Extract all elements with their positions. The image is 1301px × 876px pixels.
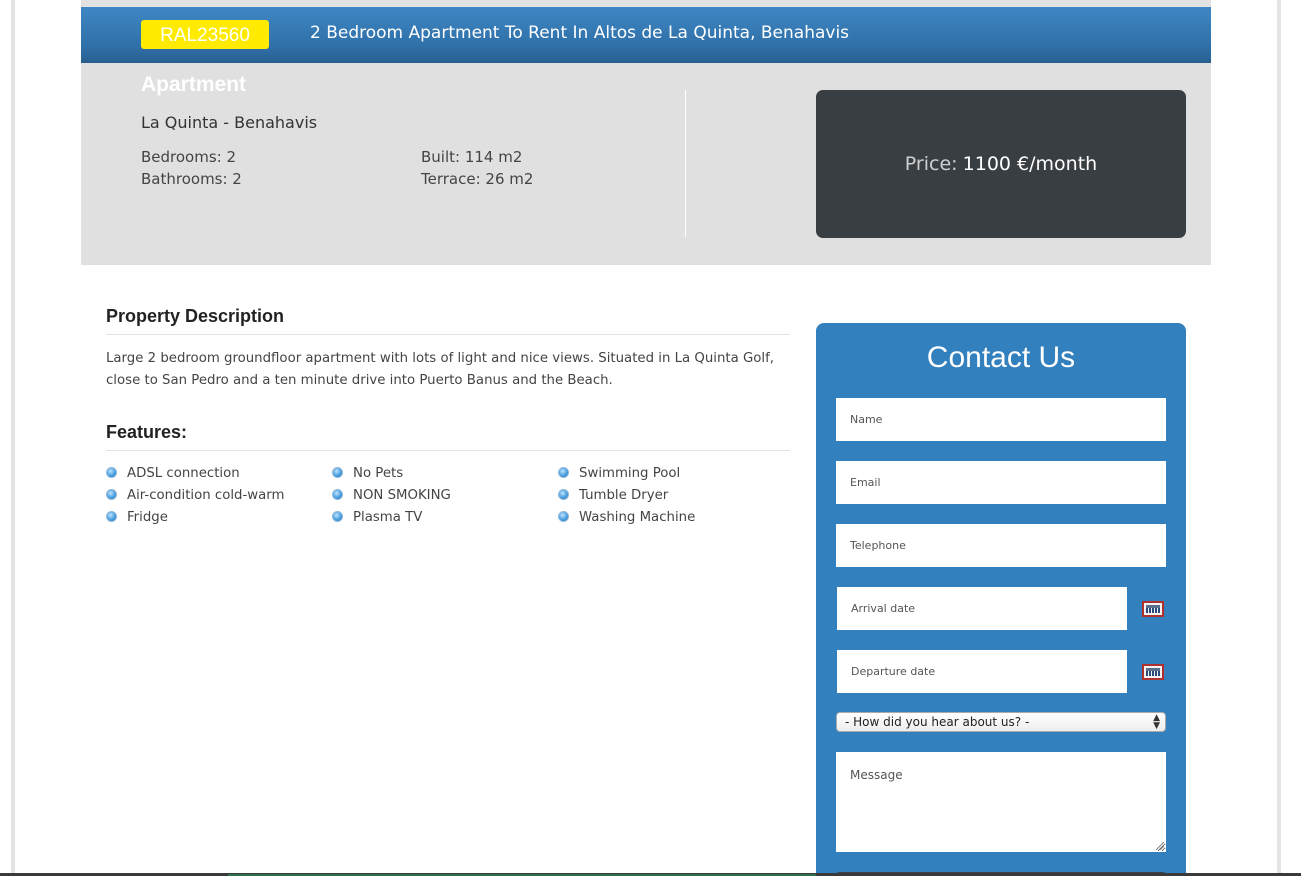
bullet-icon (558, 511, 569, 522)
feature-label: NON SMOKING (353, 488, 451, 503)
feature-item: Fridge (106, 507, 168, 529)
bullet-icon (106, 467, 117, 478)
description-heading: Property Description (106, 306, 790, 335)
feature-label: ADSL connection (127, 466, 240, 481)
name-input[interactable] (836, 398, 1166, 441)
feature-item: Swimming Pool (558, 463, 680, 485)
telephone-input[interactable] (836, 524, 1166, 567)
feature-label: Washing Machine (579, 510, 696, 525)
feature-label: Fridge (127, 510, 168, 525)
feature-item: Plasma TV (332, 507, 422, 529)
feature-item: Air-condition cold-warm (106, 485, 285, 507)
select-arrows-icon: ▲ ▼ (1153, 713, 1160, 731)
price-box: Price: 1100 €/month (816, 90, 1186, 238)
price-value: 1100 €/month (962, 153, 1098, 175)
spec-bedrooms: Bedrooms: 2 (141, 148, 237, 166)
email-input[interactable] (836, 461, 1166, 504)
page-border-left (11, 0, 15, 876)
bullet-icon (332, 467, 343, 478)
heard-about-selected: - How did you hear about us? - (845, 715, 1030, 729)
calendar-icon[interactable] (1142, 664, 1164, 680)
spec-bathrooms: Bathrooms: 2 (141, 170, 242, 188)
feature-item: Washing Machine (558, 507, 695, 529)
reference-badge: RAL23560 (141, 20, 269, 49)
bullet-icon (106, 489, 117, 500)
price-label: Price: (904, 153, 958, 175)
listing-summary: Apartment La Quinta - Benahavis Bedrooms… (81, 63, 1211, 265)
summary-divider (685, 90, 686, 237)
bullet-icon (558, 489, 569, 500)
spec-terrace: Terrace: 26 m2 (421, 170, 534, 188)
contact-title: Contact Us (926, 341, 1076, 374)
feature-label: No Pets (353, 466, 404, 481)
feature-label: Swimming Pool (579, 466, 681, 481)
property-type: Apartment (141, 73, 247, 96)
bullet-icon (332, 489, 343, 500)
feature-label: Plasma TV (353, 510, 423, 525)
property-location: La Quinta - Benahavis (141, 113, 318, 132)
contact-form: Contact Us - How did you hear about us? … (816, 323, 1186, 876)
feature-label: Tumble Dryer (579, 488, 669, 503)
bullet-icon (558, 467, 569, 478)
message-textarea[interactable] (836, 752, 1166, 852)
calendar-icon[interactable] (1142, 601, 1164, 617)
listing-title-bar: RAL23560 2 Bedroom Apartment To Rent In … (81, 7, 1211, 63)
bullet-icon (106, 511, 117, 522)
feature-item: ADSL connection (106, 463, 240, 485)
feature-label: Air-condition cold-warm (127, 488, 285, 503)
page-border-right (1277, 0, 1281, 876)
feature-item: No Pets (332, 463, 403, 485)
spec-built: Built: 114 m2 (421, 148, 523, 166)
top-strip (81, 0, 1211, 7)
description-text: Large 2 bedroom groundfloor apartment wi… (106, 351, 775, 388)
arrival-date-input[interactable] (837, 587, 1127, 630)
heard-about-select[interactable]: - How did you hear about us? - ▲ ▼ (836, 712, 1166, 732)
page-title: 2 Bedroom Apartment To Rent In Altos de … (310, 23, 850, 43)
feature-item: NON SMOKING (332, 485, 451, 507)
bullet-icon (332, 511, 343, 522)
feature-item: Tumble Dryer (558, 485, 668, 507)
departure-date-input[interactable] (837, 650, 1127, 693)
features-heading: Features: (106, 422, 790, 451)
resize-grip-icon[interactable] (1156, 842, 1164, 850)
